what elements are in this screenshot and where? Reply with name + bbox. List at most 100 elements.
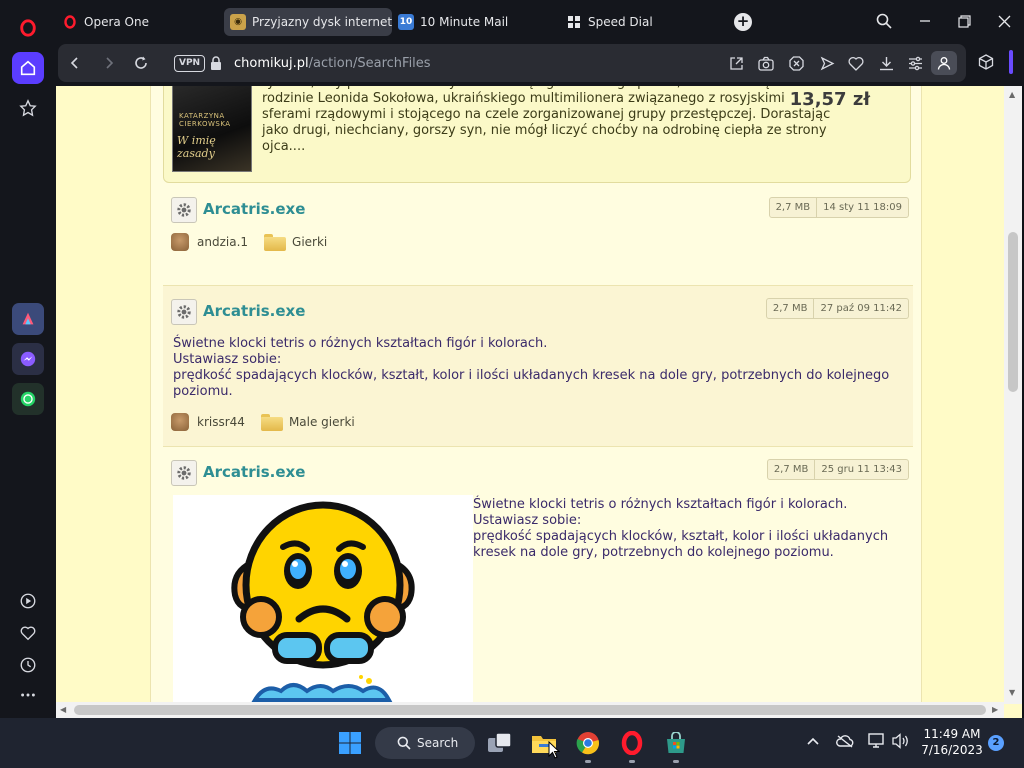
tab-label: Przyjazny dysk internetowy [252, 15, 392, 29]
tab-strip: Opera One ◉ Przyjazny dysk internetowy 1… [56, 0, 1024, 42]
file-meta: 2,7 MB 27 paź 09 11:42 [765, 298, 909, 319]
tab-10-minute-mail[interactable]: 10 10 Minute Mail [392, 8, 552, 36]
user-link[interactable]: krissr44 [197, 415, 245, 429]
chrome-icon[interactable] [575, 730, 601, 756]
chrome-running-indicator [585, 760, 591, 763]
reload-icon[interactable] [132, 54, 150, 72]
vertical-scroll-thumb[interactable] [1008, 232, 1018, 392]
tab-opera-one[interactable]: Opera One [56, 8, 216, 36]
tab-search-icon[interactable] [871, 10, 897, 32]
new-tab-plus-icon[interactable]: + [734, 13, 752, 31]
folder-icon [264, 233, 287, 251]
file-name-link[interactable]: Arcatris.exe [203, 200, 305, 218]
page-viewport: KATARZYNA CIERKOWSKA W imię zasady tylko… [56, 86, 1022, 718]
scroll-up-arrow-icon[interactable]: ▲ [1009, 90, 1015, 99]
messenger-icon[interactable] [12, 343, 44, 375]
book-description: tylko to, aby przetrwać i utrzymać władz… [262, 86, 831, 154]
ad-blocker-icon[interactable] [788, 55, 804, 71]
file-description: Świetne klocki tetris o różnych kształta… [473, 497, 893, 561]
lock-icon[interactable] [210, 56, 222, 70]
horizontal-scrollbar[interactable]: ◀ ▶ [56, 702, 1004, 718]
sidebar-accent-strip [1009, 50, 1013, 74]
pinboards-icon[interactable] [12, 92, 44, 124]
aria-ai-icon[interactable] [12, 303, 44, 335]
file-thumbnail-sad-face-image[interactable] [173, 495, 473, 705]
store-bag-icon[interactable] [663, 730, 689, 756]
file-result-2: Arcatris.exe 2,7 MB 27 paź 09 11:42 Świe… [163, 286, 913, 447]
profile-avatar-icon[interactable] [931, 51, 957, 75]
tab-label: Opera One [84, 15, 149, 29]
vertical-scrollbar[interactable]: ▲ ▼ [1004, 86, 1022, 704]
book-price[interactable]: 13,57 zł [790, 89, 870, 110]
address-bar-container: VPN chomikuj.pl/action/SearchFiles [58, 44, 966, 82]
history-clock-icon[interactable] [12, 649, 44, 681]
windows-start-icon[interactable] [337, 730, 363, 756]
file-name-link[interactable]: Arcatris.exe [203, 302, 305, 320]
url-path: /action/SearchFiles [308, 56, 431, 71]
more-dots-icon[interactable] [12, 679, 44, 711]
windows-taskbar: Search 11:49 AM 7/16/2023 2 [0, 718, 1024, 768]
scroll-right-arrow-icon[interactable]: ▶ [992, 705, 998, 714]
book-cover-author: KATARZYNA CIERKOWSKA [179, 112, 231, 128]
taskbar-clock[interactable]: 11:49 AM 7/16/2023 [918, 726, 986, 758]
opera-taskbar-icon[interactable] [619, 730, 645, 756]
extensions-cube-icon[interactable] [978, 54, 994, 70]
bookmark-heart-icon[interactable] [848, 55, 864, 71]
file-name-link[interactable]: Arcatris.exe [203, 463, 305, 481]
file-meta: 2,7 MB 14 sty 11 18:09 [768, 197, 909, 218]
tab-speed-dial[interactable]: Speed Dial [560, 8, 720, 36]
scroll-down-arrow-icon[interactable]: ▼ [1009, 688, 1015, 697]
minimize-icon[interactable] [912, 10, 938, 32]
description-line: prędkość spadających klocków, kształt, k… [173, 368, 890, 383]
user-avatar [171, 233, 189, 251]
easy-setup-sliders-icon[interactable] [907, 55, 923, 71]
file-size: 2,7 MB [773, 464, 809, 475]
search-icon [397, 736, 411, 750]
task-view-icon[interactable] [487, 730, 513, 756]
description-line: Świetne klocki tetris o różnych kształta… [473, 497, 848, 512]
home-icon[interactable] [12, 52, 44, 84]
forward-arrow-icon[interactable] [100, 54, 118, 72]
horizontal-scroll-thumb[interactable] [74, 705, 986, 715]
url-field[interactable]: chomikuj.pl/action/SearchFiles [234, 56, 431, 71]
back-arrow-icon[interactable] [66, 54, 84, 72]
url-host: chomikuj.pl [234, 56, 309, 71]
description-line: prędkość spadających klocków, kształt, k… [473, 529, 889, 544]
send-arrow-icon[interactable] [819, 55, 835, 71]
volume-speaker-icon[interactable] [892, 733, 910, 753]
restore-icon[interactable] [951, 10, 977, 32]
taskbar-search-label: Search [417, 736, 459, 750]
taskbar-search-button[interactable]: Search [375, 727, 475, 759]
gear-icon [171, 460, 197, 486]
description-line: Ustawiasz sobie: [173, 352, 282, 367]
book-promo-box[interactable]: KATARZYNA CIERKOWSKA W imię zasady tylko… [163, 86, 911, 183]
user-link[interactable]: andzia.1 [197, 235, 248, 249]
download-icon[interactable] [878, 55, 894, 71]
tab-przyjazny-dysk[interactable]: ◉ Przyjazny dysk internetowy [224, 8, 392, 36]
speed-dial-grid-icon [566, 14, 582, 30]
my-flow-heart-icon[interactable] [12, 617, 44, 649]
notification-badge[interactable]: 2 [988, 735, 1004, 751]
folder-link[interactable]: Male gierki [289, 415, 355, 429]
player-icon[interactable] [12, 585, 44, 617]
tab-label: Speed Dial [588, 15, 653, 29]
share-icon[interactable] [728, 55, 744, 71]
opera-logo-icon [62, 14, 78, 30]
clock-date: 7/16/2023 [921, 743, 983, 757]
vpn-badge[interactable]: VPN [174, 55, 206, 72]
close-window-icon[interactable] [991, 10, 1017, 32]
description-line: Świetne klocki tetris o różnych kształta… [173, 336, 548, 351]
gear-icon [171, 197, 197, 223]
scroll-left-arrow-icon[interactable]: ◀ [60, 705, 66, 714]
whatsapp-icon[interactable] [12, 383, 44, 415]
folder-link[interactable]: Gierki [292, 235, 327, 249]
file-date: 25 gru 11 13:43 [814, 460, 908, 479]
file-size: 2,7 MB [772, 303, 808, 314]
network-monitor-icon[interactable] [868, 733, 886, 753]
opera-menu-icon[interactable] [12, 12, 44, 44]
snapshot-camera-icon[interactable] [758, 55, 774, 71]
book-cover-image[interactable]: KATARZYNA CIERKOWSKA W imię zasady [172, 86, 252, 172]
show-hidden-icons-chevron-icon[interactable] [806, 733, 820, 752]
onedrive-cloud-icon[interactable] [836, 733, 854, 752]
description-line: kresek na dole gry, potrzebnych do kolej… [473, 545, 834, 560]
